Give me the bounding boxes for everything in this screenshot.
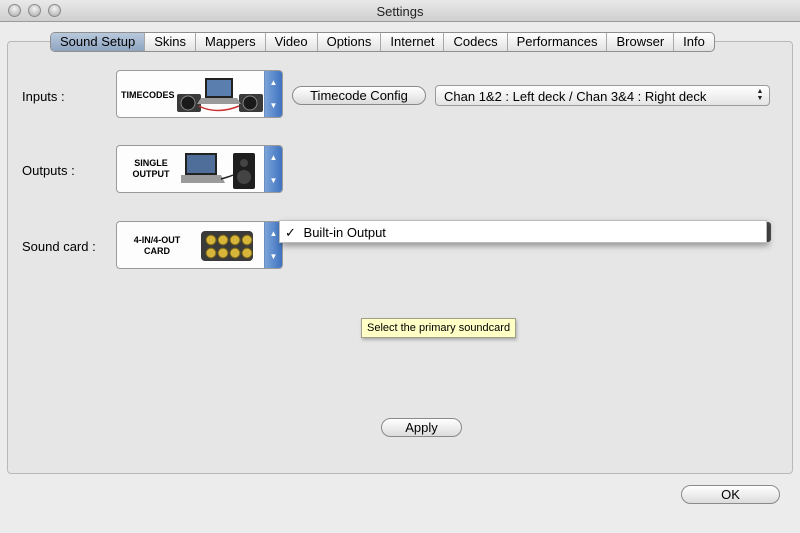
menu-item-label: Built-in Output bbox=[303, 225, 386, 240]
settings-tabs: Sound Setup Skins Mappers Video Options … bbox=[50, 32, 715, 52]
tab-codecs[interactable]: Codecs bbox=[444, 33, 508, 51]
soundcard-tooltip: Select the primary soundcard bbox=[361, 318, 517, 338]
outputs-preset-line1: SINGLE bbox=[134, 158, 168, 168]
stepper-down-icon[interactable]: ▼ bbox=[265, 94, 282, 117]
outputs-preset-text: SINGLE OUTPUT bbox=[125, 158, 177, 180]
tab-skins[interactable]: Skins bbox=[145, 33, 196, 51]
tab-mappers[interactable]: Mappers bbox=[196, 33, 266, 51]
soundcard-preset-line1: 4-IN/4-OUT bbox=[133, 235, 181, 245]
inputs-preset-selector[interactable]: TIMECODES ▲ ▼ bbox=[116, 70, 283, 118]
rca-connectors-icon bbox=[201, 231, 253, 261]
channel-mapping-value: Chan 1&2 : Left deck / Chan 3&4 : Right … bbox=[444, 89, 707, 104]
outputs-label: Outputs : bbox=[22, 163, 75, 178]
outputs-preset-selector[interactable]: SINGLE OUTPUT ▲ ▼ bbox=[116, 145, 283, 193]
soundcard-dropdown-menu: ✓ Built-in Output bbox=[279, 220, 767, 243]
turntables-laptop-icon bbox=[177, 78, 263, 112]
tab-options[interactable]: Options bbox=[318, 33, 382, 51]
soundcard-preset-line2: CARD bbox=[144, 246, 170, 256]
inputs-preset-text: TIMECODES bbox=[121, 90, 175, 100]
window-title: Settings bbox=[376, 4, 424, 19]
soundcard-preset-text: 4-IN/4-OUT CARD bbox=[123, 235, 191, 257]
stepper-down-icon[interactable]: ▼ bbox=[265, 169, 282, 192]
up-down-arrows-icon: ▲ ▼ bbox=[756, 88, 764, 102]
soundcard-preset-selector[interactable]: 4-IN/4-OUT CARD ▲ ▼ bbox=[116, 221, 283, 269]
tab-info[interactable]: Info bbox=[674, 33, 714, 51]
ok-button[interactable]: OK bbox=[681, 485, 780, 504]
stepper-up-icon[interactable]: ▲ bbox=[265, 146, 282, 169]
menu-item-built-in-output[interactable]: ✓ Built-in Output bbox=[285, 225, 386, 241]
title-bar: Settings bbox=[0, 0, 800, 22]
tab-performances[interactable]: Performances bbox=[508, 33, 608, 51]
inputs-label: Inputs : bbox=[22, 89, 65, 104]
tab-sound-setup[interactable]: Sound Setup bbox=[51, 33, 146, 51]
channel-mapping-select[interactable]: Chan 1&2 : Left deck / Chan 3&4 : Right … bbox=[435, 85, 770, 106]
stepper-down-icon[interactable]: ▼ bbox=[265, 245, 282, 268]
tab-browser[interactable]: Browser bbox=[607, 33, 675, 51]
apply-button[interactable]: Apply bbox=[381, 418, 462, 437]
stepper-up-icon[interactable]: ▲ bbox=[265, 71, 282, 94]
tab-video[interactable]: Video bbox=[266, 33, 318, 51]
timecode-config-button[interactable]: Timecode Config bbox=[292, 86, 426, 105]
inputs-preset-stepper[interactable]: ▲ ▼ bbox=[264, 71, 282, 117]
laptop-speaker-icon bbox=[181, 153, 255, 189]
outputs-preset-line2: OUTPUT bbox=[132, 169, 170, 179]
tab-internet[interactable]: Internet bbox=[381, 33, 445, 51]
checkmark-icon: ✓ bbox=[285, 225, 296, 240]
outputs-preset-stepper[interactable]: ▲ ▼ bbox=[264, 146, 282, 192]
soundcard-label: Sound card : bbox=[22, 239, 96, 254]
